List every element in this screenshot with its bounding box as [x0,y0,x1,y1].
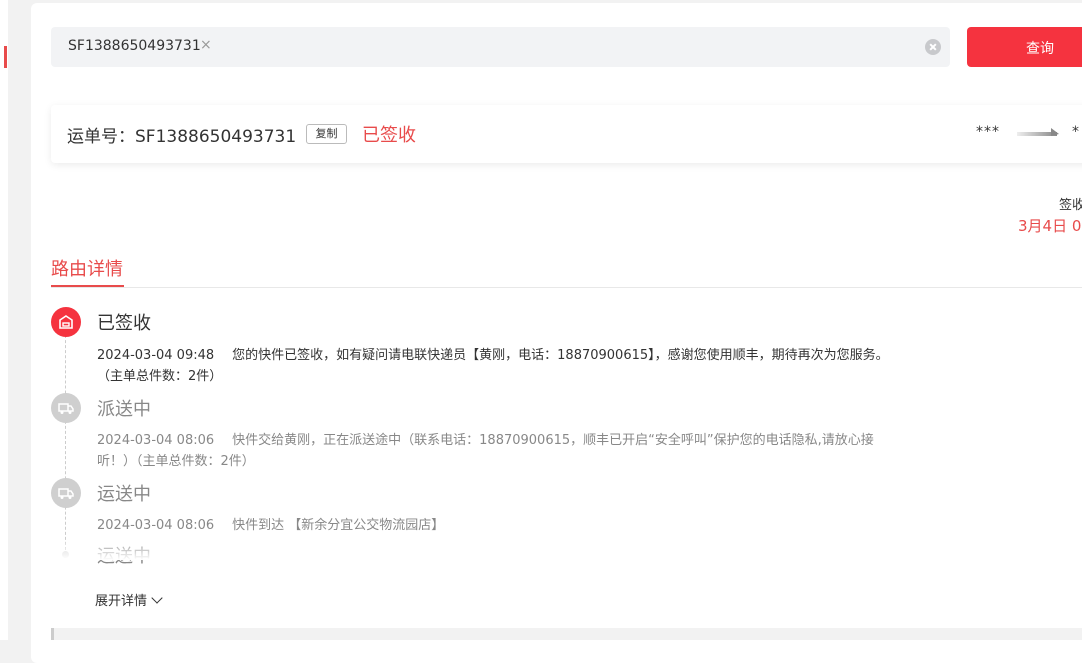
tag-remove-icon[interactable]: × [200,37,212,53]
sidebar-active-indicator [4,46,7,68]
timeline-status: 派送中 [97,399,151,420]
truck-icon [51,478,81,508]
route-destination: * [1072,124,1079,140]
tab-route-details[interactable]: 路由详情 [51,255,123,281]
timeline-detail: 2024-03-04 09:48 您的快件已签收，如有疑问请电联快递员【黄刚，电话… [97,344,889,363]
left-sidebar-strip [0,0,8,640]
chevron-down-icon [151,592,163,604]
route-origin: *** [976,124,1000,140]
expand-details-button[interactable]: 展开详情 [95,590,163,609]
search-tag-value: SF1388650493731 [68,38,201,54]
signed-icon [51,307,81,337]
query-button[interactable]: 查询 [967,27,1082,67]
waybill-status: 已签收 [362,125,416,146]
timeline-detail: 2024-03-04 08:06 快件到达 【新余分宜公交物流园店】 [97,514,444,533]
timeline-time: 2024-03-04 09:48 [97,348,215,363]
timeline-line [65,330,66,555]
timeline-desc-continued: 听！）（主单总件数：2件） [97,454,255,469]
copy-button[interactable]: 复制 [306,124,347,144]
query-button-label: 查询 [1026,41,1054,57]
truck-icon [51,393,81,423]
timeline-time: 2024-03-04 08:06 [97,433,215,448]
waybill-number: 运单号：SF1388650493731 [67,127,297,147]
timeline-detail: 2024-03-04 08:06 快件交给黄刚，正在派送途中（联系电话：18870… [97,429,874,448]
sign-date: 3月4日 0 [1018,217,1082,235]
timeline-time: 2024-03-04 08:06 [97,518,215,533]
timeline-desc: 快件交给黄刚，正在派送途中（联系电话：18870900615，顺丰已开启“安全呼… [232,433,874,448]
clear-icon[interactable] [925,39,941,55]
timeline-desc: 您的快件已签收，如有疑问请电联快递员【黄刚，电话：18870900615】，感谢… [232,348,889,363]
timeline-status: 已签收 [97,313,151,334]
timeline-status: 运送中 [97,484,151,505]
timeline-desc-continued: （主单总件数：2件） [97,369,223,384]
route-arrow-icon [1017,128,1059,136]
collapsed-fade [40,542,940,560]
sign-label: 签收 [1059,198,1082,213]
section-divider [51,287,1082,288]
main-card [31,3,1082,663]
timeline-desc: 快件到达 【新余分宜公交物流园店】 [232,518,445,533]
bottom-panel [51,628,1082,640]
search-input[interactable]: SF1388650493731 × [51,27,950,67]
waybill-card: 运单号：SF1388650493731 复制 已签收 *** * [51,105,1082,163]
expand-details-label: 展开详情 [95,594,148,609]
